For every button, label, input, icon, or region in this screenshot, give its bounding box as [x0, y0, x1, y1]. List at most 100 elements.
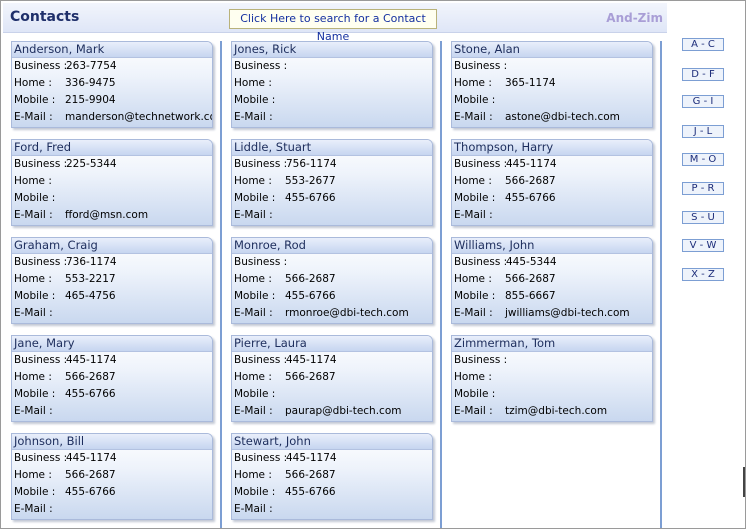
- home-label: Home :: [234, 175, 272, 187]
- contact-business-row: Business :445-5344: [452, 254, 652, 271]
- home-value: 566-2687: [65, 371, 116, 383]
- contact-name: Jones, Rick: [232, 42, 432, 58]
- contact-card[interactable]: Pierre, Laura Business :445-1174 Home :566…: [231, 335, 433, 422]
- business-value: 756-1174: [286, 158, 337, 170]
- business-value: 445-1174: [506, 158, 557, 170]
- email-value: manderson@technetwork.com: [65, 111, 213, 123]
- contact-home-row: Home : 566-2687: [452, 173, 652, 190]
- contact-card[interactable]: Jane, Mary Business :445-1174 Home :566-26…: [11, 335, 213, 422]
- contact-email-row: E-Mail : jwilliams@dbi-tech.com: [452, 305, 652, 322]
- business-label: Business :: [454, 158, 508, 170]
- contact-home-row: Home : 365-1174: [452, 75, 652, 92]
- alpha-index-button[interactable]: V - W: [682, 239, 724, 252]
- home-label: Home :: [454, 77, 492, 89]
- home-label: Home :: [454, 371, 492, 383]
- home-value: 566-2687: [505, 273, 556, 285]
- contact-mobile-row: Mobile : 465-4756: [12, 288, 212, 305]
- contact-name: Thompson, Harry: [452, 140, 652, 156]
- email-label: E-Mail :: [14, 405, 53, 417]
- mobile-value: 455-6766: [285, 192, 336, 204]
- alpha-index-button[interactable]: J - L: [682, 125, 724, 138]
- contact-business-row: Business :: [232, 254, 432, 271]
- contact-name: Pierre, Laura: [232, 336, 432, 352]
- business-label: Business :: [14, 60, 68, 72]
- business-label: Business :: [14, 158, 68, 170]
- business-label: Business :: [454, 256, 508, 268]
- contact-home-row: Home : 566-2687: [232, 271, 432, 288]
- business-label: Business :: [454, 354, 508, 366]
- contact-card[interactable]: Johnson, Bill Business :445-1174 Home :566…: [11, 433, 213, 520]
- email-value: fford@msn.com: [65, 209, 149, 221]
- contact-card[interactable]: Jones, Rick Business : Home : Mobile : E-Mai…: [231, 41, 433, 128]
- email-label: E-Mail :: [14, 209, 53, 221]
- email-label: E-Mail :: [14, 307, 53, 319]
- email-value: rmonroe@dbi-tech.com: [285, 307, 409, 319]
- mobile-value: 855-6667: [505, 290, 556, 302]
- business-label: Business :: [454, 60, 508, 72]
- contact-card[interactable]: Ford, Fred Business :225-5344 Home : Mobile…: [11, 139, 213, 226]
- search-contact-button[interactable]: Click Here to search for a Contact Name: [229, 9, 437, 43]
- business-label: Business :: [234, 256, 288, 268]
- mobile-label: Mobile :: [234, 486, 276, 498]
- alpha-index-button[interactable]: D - F: [682, 68, 724, 81]
- business-value: 445-1174: [286, 452, 337, 464]
- contact-mobile-row: Mobile : 455-6766: [452, 190, 652, 207]
- contact-card[interactable]: Anderson, Mark Business :263-7754 Home :33…: [11, 41, 213, 128]
- email-label: E-Mail :: [234, 405, 273, 417]
- home-label: Home :: [14, 273, 52, 285]
- home-label: Home :: [14, 371, 52, 383]
- contact-card[interactable]: Williams, John Business :445-5344 Home :56…: [451, 237, 653, 324]
- contact-mobile-row: Mobile : 455-6766: [232, 288, 432, 305]
- mobile-value: 455-6766: [285, 290, 336, 302]
- contact-business-row: Business :445-1174: [232, 450, 432, 467]
- contact-mobile-row: Mobile :: [232, 92, 432, 109]
- range-label: And-Zim: [606, 11, 663, 25]
- business-value: 445-1174: [286, 354, 337, 366]
- home-value: 566-2687: [65, 469, 116, 481]
- alpha-index-button[interactable]: X - Z: [682, 268, 724, 281]
- home-value: 553-2217: [65, 273, 116, 285]
- alpha-index-button[interactable]: A - C: [682, 38, 724, 51]
- contact-home-row: Home : 566-2687: [12, 467, 212, 484]
- mobile-value: 455-6766: [285, 486, 336, 498]
- home-label: Home :: [14, 469, 52, 481]
- contact-business-row: Business :: [452, 58, 652, 75]
- mobile-label: Mobile :: [14, 192, 56, 204]
- contact-card[interactable]: Zimmerman, Tom Business : Home : Mobile : E-…: [451, 335, 653, 422]
- contact-card[interactable]: Liddle, Stuart Business :756-1174 Home :55…: [231, 139, 433, 226]
- resize-grip: [743, 467, 745, 497]
- mobile-label: Mobile :: [234, 388, 276, 400]
- alpha-index-button[interactable]: S - U: [682, 211, 724, 224]
- alpha-index-button[interactable]: M - O: [682, 153, 724, 166]
- contact-business-row: Business :: [452, 352, 652, 369]
- business-label: Business :: [14, 452, 68, 464]
- mobile-label: Mobile :: [234, 192, 276, 204]
- contact-card[interactable]: Thompson, Harry Business :445-1174 Home :5…: [451, 139, 653, 226]
- contact-card[interactable]: Stone, Alan Business : Home : 365-1174 Mobil…: [451, 41, 653, 128]
- mobile-label: Mobile :: [454, 94, 496, 106]
- alpha-index-button[interactable]: G - I: [682, 95, 724, 108]
- business-value: 445-1174: [66, 452, 117, 464]
- contact-name: Stone, Alan: [452, 42, 652, 58]
- contact-home-row: Home : 336-9475: [12, 75, 212, 92]
- mobile-label: Mobile :: [14, 486, 56, 498]
- contact-card[interactable]: Stewart, John Business :445-1174 Home :566…: [231, 433, 433, 520]
- business-value: 225-5344: [66, 158, 117, 170]
- contact-email-row: E-Mail :: [452, 207, 652, 224]
- email-value: paurap@dbi-tech.com: [285, 405, 402, 417]
- alpha-index-button[interactable]: P - R: [682, 182, 724, 195]
- contact-business-row: Business :445-1174: [12, 450, 212, 467]
- mobile-label: Mobile :: [454, 192, 496, 204]
- contact-mobile-row: Mobile :: [452, 386, 652, 403]
- contact-mobile-row: Mobile : 455-6766: [232, 190, 432, 207]
- business-label: Business :: [234, 60, 288, 72]
- page-title: Contacts: [10, 9, 80, 25]
- contact-mobile-row: Mobile : 455-6766: [12, 386, 212, 403]
- contact-card[interactable]: Monroe, Rod Business : Home : 566-2687 Mobil…: [231, 237, 433, 324]
- email-label: E-Mail :: [14, 111, 53, 123]
- contact-email-row: E-Mail : fford@msn.com: [12, 207, 212, 224]
- contact-mobile-row: Mobile : 455-6766: [12, 484, 212, 501]
- contact-card[interactable]: Graham, Craig Business :736-1174 Home :553…: [11, 237, 213, 324]
- mobile-label: Mobile :: [234, 290, 276, 302]
- email-label: E-Mail :: [454, 307, 493, 319]
